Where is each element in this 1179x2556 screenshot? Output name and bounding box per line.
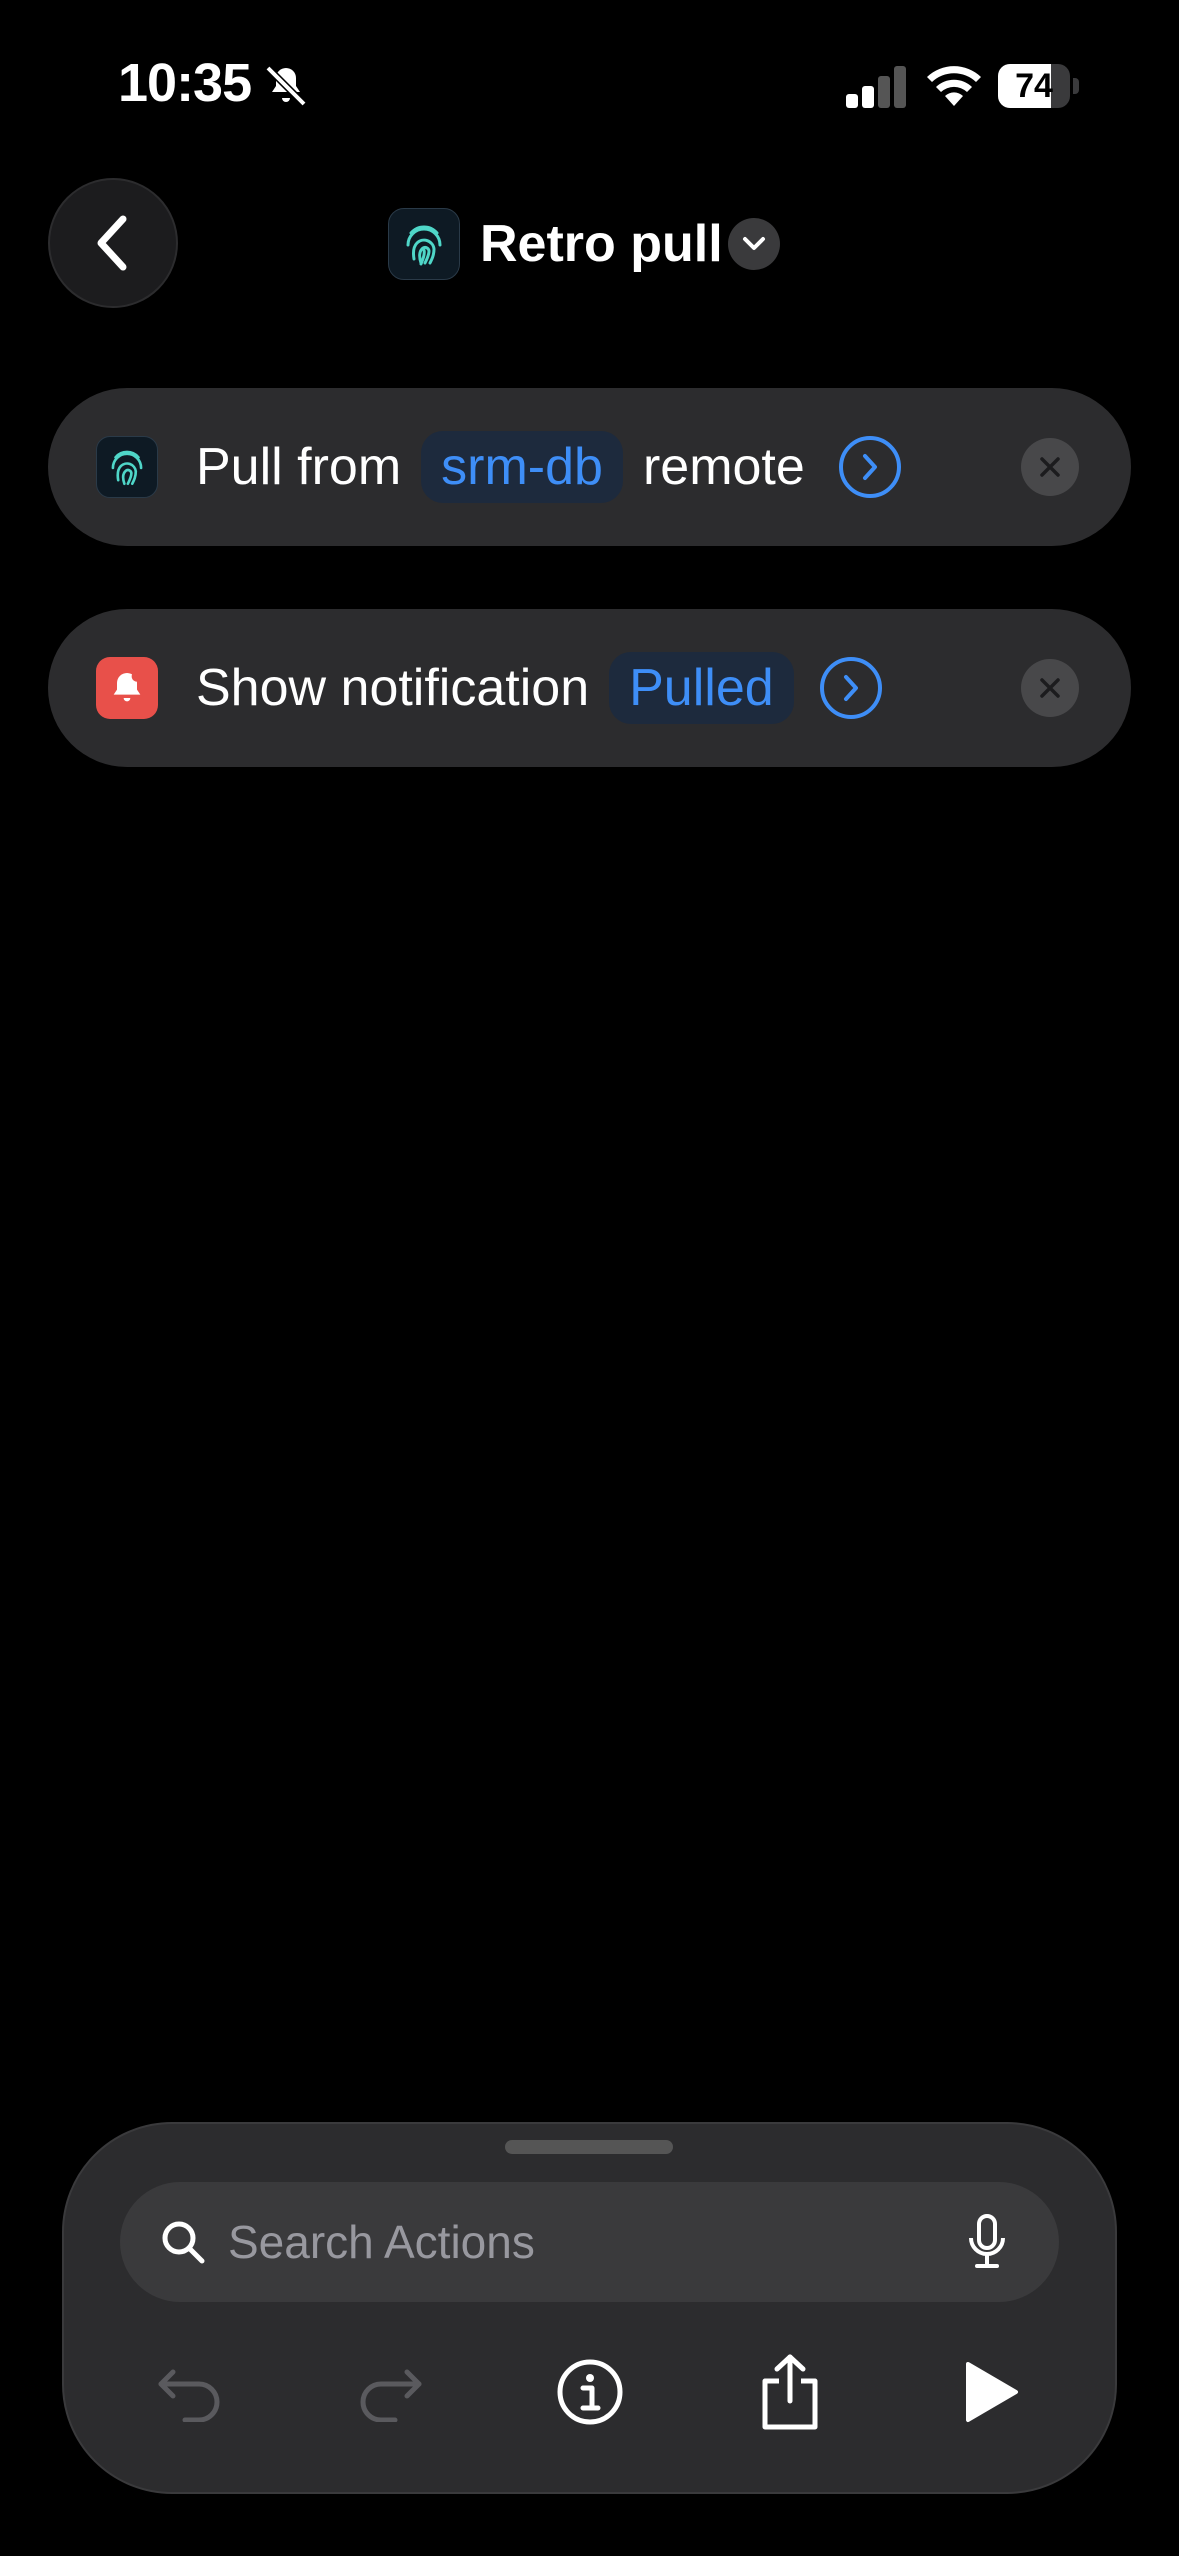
info-icon	[557, 2359, 623, 2425]
fingerprint-icon	[96, 436, 158, 498]
action-label: Pull from	[196, 438, 402, 496]
play-icon	[966, 2362, 1018, 2422]
search-placeholder: Search Actions	[228, 2216, 535, 2268]
share-icon	[762, 2354, 818, 2430]
undo-button[interactable]	[150, 2352, 230, 2432]
status-time: 10:35	[118, 53, 252, 113]
redo-button[interactable]	[350, 2352, 430, 2432]
undo-icon	[158, 2369, 220, 2422]
remove-action-button[interactable]	[1021, 659, 1079, 717]
cellular-signal-icon	[846, 66, 906, 108]
action-search-sheet	[62, 2122, 1117, 2494]
battery-percent: 74	[1015, 67, 1053, 105]
shortcut-title[interactable]: Retro pull	[480, 212, 723, 276]
chevron-right-icon	[862, 454, 877, 480]
chevron-right-icon	[843, 675, 858, 701]
sheet-grabber[interactable]	[505, 2140, 673, 2154]
expand-action-button[interactable]	[838, 436, 901, 498]
expand-action-button[interactable]	[819, 657, 882, 719]
silent-mode-icon	[265, 65, 307, 107]
shortcut-fingerprint-icon[interactable]	[388, 208, 460, 280]
remote-parameter-token[interactable]: srm-db	[421, 431, 623, 503]
title-menu-button[interactable]	[728, 218, 780, 270]
chevron-down-icon	[743, 237, 765, 250]
search-icon	[162, 2221, 205, 2264]
search-actions-field[interactable]: Search Actions	[120, 2182, 1059, 2302]
battery-indicator: 74	[998, 64, 1079, 108]
close-icon	[1040, 678, 1060, 698]
wifi-icon	[927, 66, 981, 106]
action-label: Show notification	[196, 659, 590, 717]
action-card-pull[interactable]: Pull from srm-db remote	[48, 388, 1131, 546]
redo-icon	[360, 2369, 422, 2422]
close-icon	[1040, 457, 1060, 477]
remove-action-button[interactable]	[1021, 438, 1079, 496]
chevron-left-icon	[97, 215, 127, 271]
back-button[interactable]	[48, 178, 178, 308]
bell-icon	[96, 657, 158, 719]
share-button[interactable]	[750, 2352, 830, 2432]
notification-text-token[interactable]: Pulled	[609, 652, 794, 724]
action-label-suffix: remote	[642, 438, 805, 496]
action-card-notification[interactable]: Show notification Pulled	[48, 609, 1131, 767]
info-button[interactable]	[550, 2352, 630, 2432]
microphone-icon[interactable]	[967, 2214, 1007, 2270]
run-button[interactable]	[950, 2352, 1030, 2432]
